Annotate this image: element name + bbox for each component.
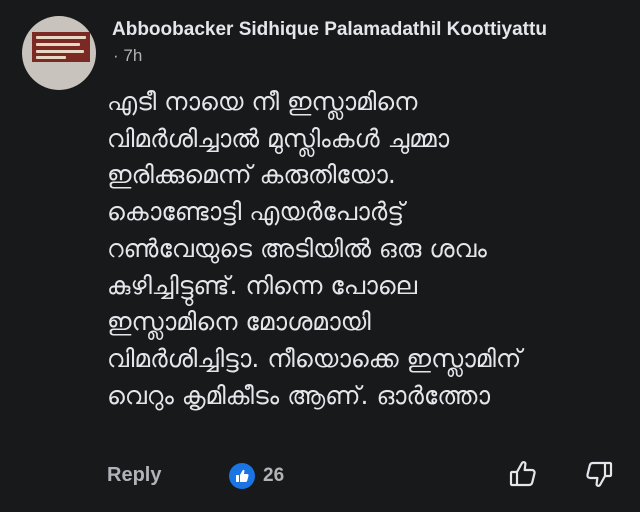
like-reaction-icon [229,463,255,489]
comment-timestamp[interactable]: · 7h [113,46,142,66]
comment-text-line: വിമർശിച്ചിട്ടാ. നീയൊക്കെ ഇസ്ലാമിന് [107,343,522,373]
reaction-summary[interactable]: 26 [229,463,284,489]
comment-text-line: വെറും കൃമികീടം ആണ്. ഓർത്തോ [107,380,490,410]
comment-text-line: റൺവേയുടെ അടിയിൽ ഒരു ശവം [107,233,487,263]
avatar[interactable] [22,16,96,90]
thumbs-up-icon[interactable] [508,459,538,489]
reply-button[interactable]: Reply [107,464,161,487]
comment-text-line: എടീ നായെ നീ ഇസ്ലാമിനെ [107,87,418,116]
comment-author-name[interactable]: Abboobacker Sidhique Palamadathil Kootti… [112,19,547,41]
comment-body: എടീ നായെ നീ ഇസ്ലാമിനെ വിമർശിച്ചാൽ മുസ്ലി… [107,84,627,414]
like-count: 26 [263,465,285,486]
comment-text-line: വിമർശിച്ചാൽ മുസ്ലിംകൾ ചുമ്മാ [107,123,450,153]
comment-text-line: ഇരിക്കുമെന്ന് കരുതിയോ. [107,160,396,190]
thumbs-down-icon[interactable] [584,459,614,489]
avatar-banner-image [32,32,90,62]
comment-text-line: കൊണ്ടോട്ടി എയർപോർട്ട് [107,197,405,227]
comment-text-line: ഇസ്ലാമിനെ മോശമായി [107,307,371,337]
comment-text-line: കുഴിച്ചിട്ടുണ്ട്. നിന്നെ പോലെ [107,270,417,300]
